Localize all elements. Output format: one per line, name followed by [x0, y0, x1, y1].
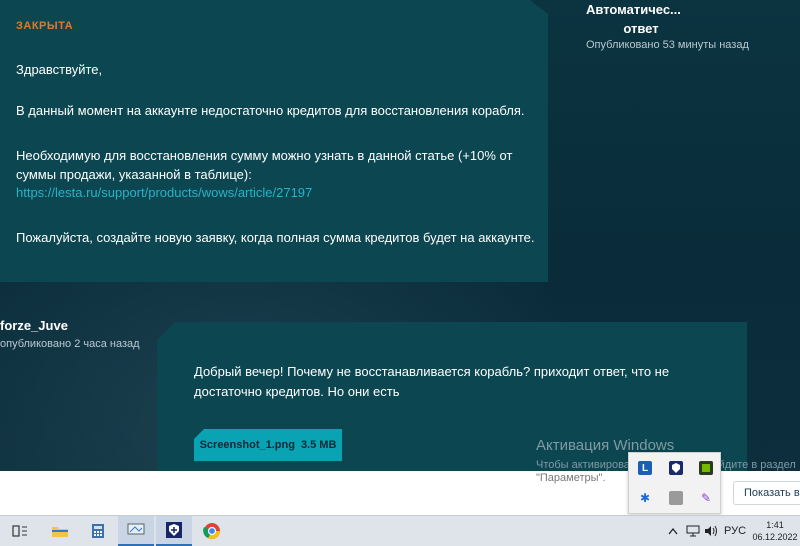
- attachment-size: 3.5 MB: [300, 439, 337, 451]
- author-name-line1: Автоматичес...: [586, 2, 681, 17]
- chrome-button[interactable]: [194, 516, 230, 546]
- browser-content: ЗАКРЫТА Здравствуйте, В данный момент на…: [0, 0, 800, 471]
- support-article-link[interactable]: https://lesta.ru/support/products/wows/a…: [16, 183, 312, 202]
- user-post-time: опубликовано 2 часа назад: [0, 338, 140, 350]
- message-line-1: В данный момент на аккаунте недостаточно…: [16, 103, 525, 118]
- clock-time: 1:41: [766, 520, 784, 530]
- chevron-up-icon: [668, 527, 678, 535]
- remote-desktop-button[interactable]: [118, 516, 154, 546]
- author-name-auto: Автоматичес... ответ: [586, 0, 696, 38]
- clock-date: 06.12.2022: [752, 532, 798, 542]
- device-icon[interactable]: [669, 491, 683, 505]
- task-view-button[interactable]: [2, 516, 38, 546]
- volume-button[interactable]: [704, 516, 718, 546]
- explorer-button[interactable]: [42, 516, 78, 546]
- network-button[interactable]: [686, 516, 700, 546]
- message-line-2b: суммы продажи, указанной в таблице):: [16, 167, 252, 182]
- message-line-3: Пожалуйста, создайте новую заявку, когда…: [16, 230, 535, 245]
- author-name-line2: ответ: [623, 21, 659, 36]
- gpu-icon[interactable]: [699, 461, 713, 475]
- game-center-icon[interactable]: [669, 461, 683, 475]
- attachment-name: Screenshot_1.png: [199, 439, 295, 451]
- activation-sub-2: "Параметры".: [536, 472, 606, 484]
- bluetooth-icon[interactable]: ✱: [638, 491, 652, 505]
- clock[interactable]: 1:41 06.12.2022: [752, 519, 798, 543]
- volume-icon: [705, 525, 717, 537]
- folder-icon: [52, 527, 68, 537]
- pen-icon[interactable]: ✎: [699, 491, 713, 505]
- language-indicator[interactable]: РУС: [724, 516, 746, 546]
- tray-chevron[interactable]: [668, 516, 678, 546]
- user-message-text: Добрый вечер! Почему не восстанавливаетс…: [194, 364, 670, 399]
- status-badge: ЗАКРЫТА: [16, 20, 74, 32]
- user-name: forze_Juve: [0, 318, 68, 333]
- greeting: Здравствуйте,: [16, 62, 103, 77]
- game-center-taskbar-button[interactable]: [156, 516, 192, 546]
- tray-overflow-popup: L ✱ ✎: [628, 452, 721, 514]
- calculator-icon: [92, 524, 104, 538]
- auto-post-time: Опубликовано 53 минуты назад: [586, 39, 749, 51]
- game-center-icon: [166, 522, 182, 538]
- taskbar: РУС 1:41 06.12.2022: [0, 515, 800, 546]
- network-icon: [686, 525, 700, 537]
- attachment-button[interactable]: Screenshot_1.png 3.5 MB: [194, 429, 342, 461]
- show-all-button[interactable]: Показать все: [733, 481, 800, 505]
- l-app-icon[interactable]: L: [638, 461, 652, 475]
- message-line-2a: Необходимую для восстановления сумму мож…: [16, 148, 513, 163]
- task-view-icon: [12, 525, 27, 537]
- monitor-icon: [127, 523, 145, 535]
- chrome-icon: [203, 523, 221, 540]
- calculator-button[interactable]: [80, 516, 116, 546]
